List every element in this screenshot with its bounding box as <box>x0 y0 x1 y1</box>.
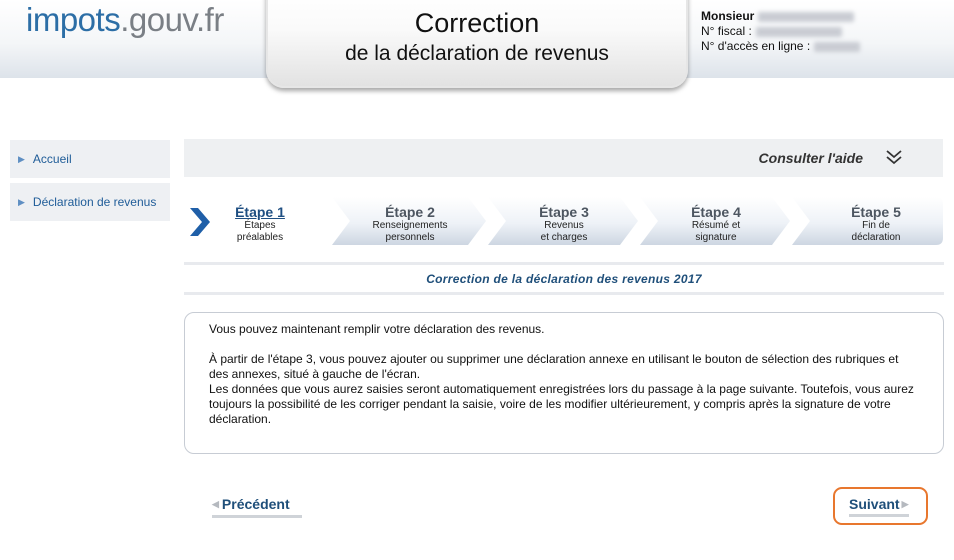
steps-progress: Étape 1 Étapes préalables Étape 2 Rensei… <box>184 196 944 248</box>
access-number-label: N° d'accès en ligne : <box>701 39 811 53</box>
page-title: Correction <box>414 8 540 38</box>
sidebar-item-accueil[interactable]: ▶ Accueil <box>10 140 170 178</box>
user-info: Monsieur N° fiscal : N° d'accès en ligne… <box>701 9 861 54</box>
site-logo[interactable]: impots.gouv.fr <box>26 0 224 40</box>
fiscal-number-label: N° fiscal : <box>701 24 752 38</box>
step-title: Étape 3 <box>539 204 589 220</box>
access-number-redacted <box>814 41 861 52</box>
sidebar-item-declaration-de-revenus[interactable]: ▶ Déclaration de revenus <box>10 183 170 221</box>
step-2: Étape 2 Renseignements personnels <box>332 196 488 246</box>
page-subtitle: de la déclaration de revenus <box>345 42 609 65</box>
help-bar[interactable]: Consulter l'aide <box>184 139 943 177</box>
step-3: Étape 3 Revenus et charges <box>488 196 640 246</box>
triangle-left-icon: ◀ <box>212 499 219 509</box>
section-title: Correction de la déclaration des revenus… <box>426 272 702 286</box>
triangle-right-icon: ▶ <box>18 153 25 164</box>
next-button[interactable]: Suivant ▶ <box>833 487 928 525</box>
triangle-right-icon: ▶ <box>18 196 25 207</box>
sidebar-item-label: Déclaration de revenus <box>32 195 157 209</box>
info-box: Vous pouvez maintenant remplir votre déc… <box>184 312 944 454</box>
step-4: Étape 4 Résumé et signature <box>640 196 792 246</box>
sidebar-item-label: Accueil <box>32 152 72 166</box>
divider <box>184 292 944 295</box>
info-paragraph: Les données que vous aurez saisies seron… <box>209 382 914 426</box>
step-title: Étape 1 <box>235 204 285 220</box>
previous-button[interactable]: ◀ Précédent <box>212 494 302 518</box>
help-link[interactable]: Consulter l'aide <box>759 150 863 166</box>
step-1: Étape 1 Étapes préalables <box>184 196 332 246</box>
fiscal-number-redacted <box>755 26 842 37</box>
double-chevron-down-icon[interactable] <box>885 148 903 166</box>
user-civility: Monsieur <box>701 9 755 23</box>
step-5: Étape 5 Fin de déclaration <box>792 196 944 246</box>
divider <box>184 262 944 265</box>
user-name-redacted <box>758 11 855 22</box>
triangle-right-icon: ▶ <box>901 499 909 509</box>
page-title-panel: Correction de la déclaration de revenus <box>266 0 688 88</box>
info-paragraph: À partir de l'étape 3, vous pouvez ajout… <box>209 352 899 381</box>
step-title: Étape 4 <box>691 204 741 220</box>
info-paragraph: Vous pouvez maintenant remplir votre déc… <box>209 322 545 336</box>
step-title: Étape 5 <box>851 204 901 220</box>
step-title: Étape 2 <box>385 204 435 220</box>
